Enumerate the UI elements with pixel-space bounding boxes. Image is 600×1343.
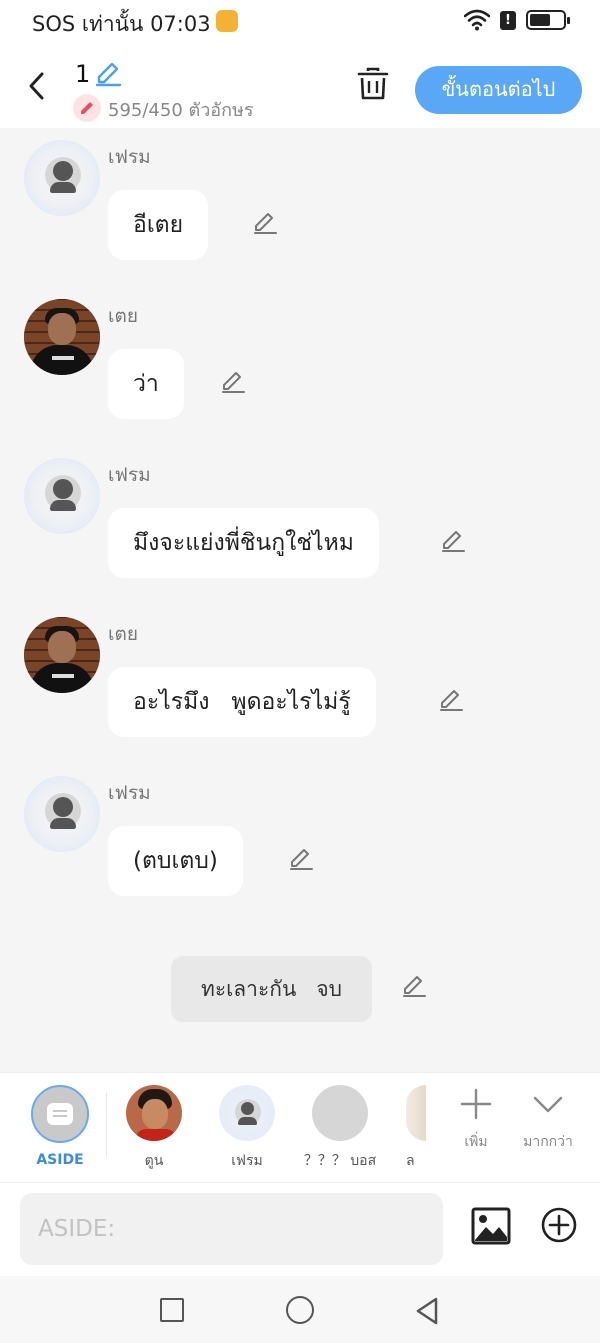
message-bubble[interactable]: อะไรมึง พูดอะไรไม่รู้	[108, 667, 376, 737]
aside-input[interactable]	[20, 1193, 443, 1265]
default-avatar[interactable]	[24, 140, 100, 216]
app-notification-icon	[216, 10, 238, 32]
photo-avatar[interactable]	[24, 617, 100, 693]
edit-icon[interactable]	[288, 846, 314, 872]
character-avatar	[219, 1085, 275, 1141]
character-label: ตูน	[144, 1153, 164, 1169]
chat-message: เตย อะไรมึง พูดอะไรไม่รู้	[0, 605, 600, 755]
character-partial[interactable]: ล	[376, 1085, 426, 1172]
character-aside[interactable]: ASIDE	[20, 1085, 100, 1168]
edit-icon[interactable]	[252, 210, 278, 236]
edit-icon[interactable]	[438, 687, 464, 713]
character-avatar	[312, 1085, 368, 1141]
chat-message: เฟรม อีเตย	[0, 128, 600, 278]
back-nav-icon[interactable]	[414, 1296, 440, 1326]
page-title: 1	[75, 60, 91, 88]
divider	[106, 1093, 107, 1157]
character-label: ล	[406, 1153, 415, 1169]
edit-title-icon[interactable]	[94, 60, 122, 88]
pencil-icon	[73, 94, 101, 122]
message-bubble[interactable]: อีเตย	[108, 190, 209, 260]
wifi-icon	[464, 9, 490, 31]
speaker-name: เตย	[108, 305, 138, 327]
default-avatar[interactable]	[24, 458, 100, 534]
status-bar: SOS เท่านั้น 07:03 !	[0, 0, 600, 44]
home-icon[interactable]	[286, 1296, 314, 1324]
status-icons: !	[464, 9, 570, 31]
chat-area: เฟรม อีเตย เตย ว่า เฟรม มึงจะแย่งพี่ชินก…	[0, 128, 600, 1072]
character-avatar	[126, 1085, 182, 1141]
speaker-name: เตย	[108, 623, 138, 645]
chat-message: เตย ว่า	[0, 287, 600, 437]
chat-message: เฟรม (ตบเตบ)	[0, 764, 600, 914]
add-label: เพิ่ม	[464, 1134, 488, 1150]
message-bubble[interactable]: มึงจะแย่งพี่ชินกูใช่ไหม	[108, 508, 379, 578]
battery-level	[530, 14, 550, 26]
message-bubble[interactable]: (ตบเตบ)	[108, 826, 243, 896]
input-bar	[0, 1182, 600, 1276]
chat-message: เฟรม มึงจะแย่งพี่ชินกูใช่ไหม	[0, 446, 600, 596]
character-avatar	[406, 1085, 426, 1141]
chevron-down-icon	[533, 1096, 563, 1113]
character-boss[interactable]: ？？？ บอส	[300, 1085, 380, 1172]
aside-avatar	[31, 1085, 89, 1143]
battery-icon	[526, 10, 570, 30]
more-label: มากกว่า	[523, 1134, 573, 1150]
image-icon[interactable]	[471, 1207, 511, 1245]
plus-icon	[460, 1088, 492, 1120]
back-icon[interactable]	[22, 68, 52, 104]
speaker-name: เฟรม	[108, 464, 151, 486]
alert-icon: !	[500, 10, 516, 30]
character-label: ASIDE	[36, 1152, 84, 1168]
character-count: 595/450 ตัวอักษร	[108, 100, 254, 121]
add-circle-icon[interactable]	[541, 1207, 577, 1243]
photo-avatar[interactable]	[24, 299, 100, 375]
add-character-button[interactable]: เพิ่ม	[446, 1087, 506, 1153]
speaker-name: เฟรม	[108, 146, 151, 168]
header: 1 595/450 ตัวอักษร ขั้นตอนต่อไป	[0, 44, 600, 128]
more-characters-button[interactable]: มากกว่า	[518, 1087, 578, 1153]
character-bar: ASIDE ตูน เฟรม ？？？ บอส ล เพิ่ม มากกว่า	[0, 1072, 600, 1182]
character-label: เฟรม	[231, 1153, 263, 1169]
character-frame[interactable]: เฟรม	[207, 1085, 287, 1172]
system-nav-bar	[0, 1276, 600, 1343]
default-avatar[interactable]	[24, 776, 100, 852]
character-label: ？？？ บอส	[303, 1153, 377, 1169]
edit-icon[interactable]	[220, 369, 246, 395]
message-bubble[interactable]: ว่า	[108, 349, 184, 419]
character-toon[interactable]: ตูน	[114, 1085, 194, 1172]
next-step-button[interactable]: ขั้นตอนต่อไป	[415, 66, 582, 114]
status-carrier-time: SOS เท่านั้น 07:03	[32, 12, 211, 36]
edit-icon[interactable]	[440, 528, 466, 554]
speaker-name: เฟรม	[108, 782, 151, 804]
trash-icon[interactable]	[356, 66, 390, 102]
narration-bubble[interactable]: ทะเลาะกัน จบ	[171, 956, 372, 1022]
edit-icon[interactable]	[401, 973, 427, 999]
recents-icon[interactable]	[160, 1298, 184, 1322]
